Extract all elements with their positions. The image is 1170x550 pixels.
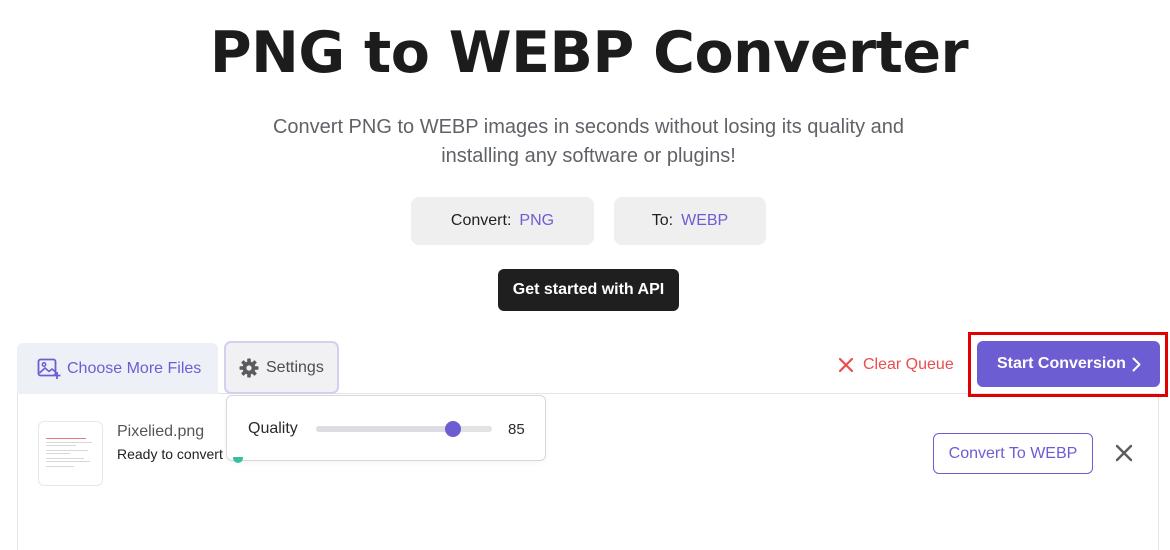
file-thumbnail	[38, 421, 103, 486]
convert-to-webp-button[interactable]: Convert To WEBP	[933, 433, 1093, 474]
chevron-right-icon	[1132, 357, 1141, 372]
settings-popover: Quality 85	[226, 395, 546, 461]
convert-from-label: Convert:	[450, 212, 512, 229]
quality-slider[interactable]	[316, 421, 492, 437]
file-status: Ready to convert	[117, 446, 223, 462]
subtitle-line-2: installing any software or plugins!	[441, 145, 736, 167]
page-subtitle: Convert PNG to WEBP images in seconds wi…	[260, 113, 917, 171]
start-conversion-button[interactable]: Start Conversion	[977, 341, 1160, 387]
file-name: Pixelied.png	[117, 423, 205, 440]
quality-label: Quality	[248, 420, 298, 437]
close-icon	[838, 357, 854, 373]
quality-value: 85	[508, 421, 525, 438]
choose-more-files-label: Choose More Files	[67, 359, 202, 377]
convert-to-label: To:	[651, 212, 674, 229]
settings-label: Settings	[266, 358, 324, 376]
image-add-icon	[37, 358, 61, 379]
choose-more-files-button[interactable]: Choose More Files	[17, 343, 218, 394]
page-title: PNG to WEBP Converter	[209, 20, 969, 86]
convert-to-selector[interactable]: To: WEBP	[614, 197, 766, 245]
quality-slider-fill	[316, 426, 454, 432]
quality-slider-thumb[interactable]	[445, 421, 462, 437]
remove-file-icon[interactable]	[1115, 444, 1133, 462]
convert-from-selector[interactable]: Convert: PNG	[411, 197, 594, 245]
get-started-api-button[interactable]: Get started with API	[498, 269, 679, 311]
convert-from-value: PNG	[519, 212, 555, 229]
clear-queue-button[interactable]: Clear Queue	[838, 352, 954, 378]
subtitle-line-1: Convert PNG to WEBP images in seconds wi…	[272, 116, 905, 138]
gear-icon	[239, 358, 259, 377]
start-conversion-label: Start Conversion	[997, 355, 1126, 372]
convert-to-value: WEBP	[681, 212, 729, 229]
clear-queue-label: Clear Queue	[863, 356, 954, 373]
settings-tab[interactable]: Settings	[224, 341, 339, 394]
